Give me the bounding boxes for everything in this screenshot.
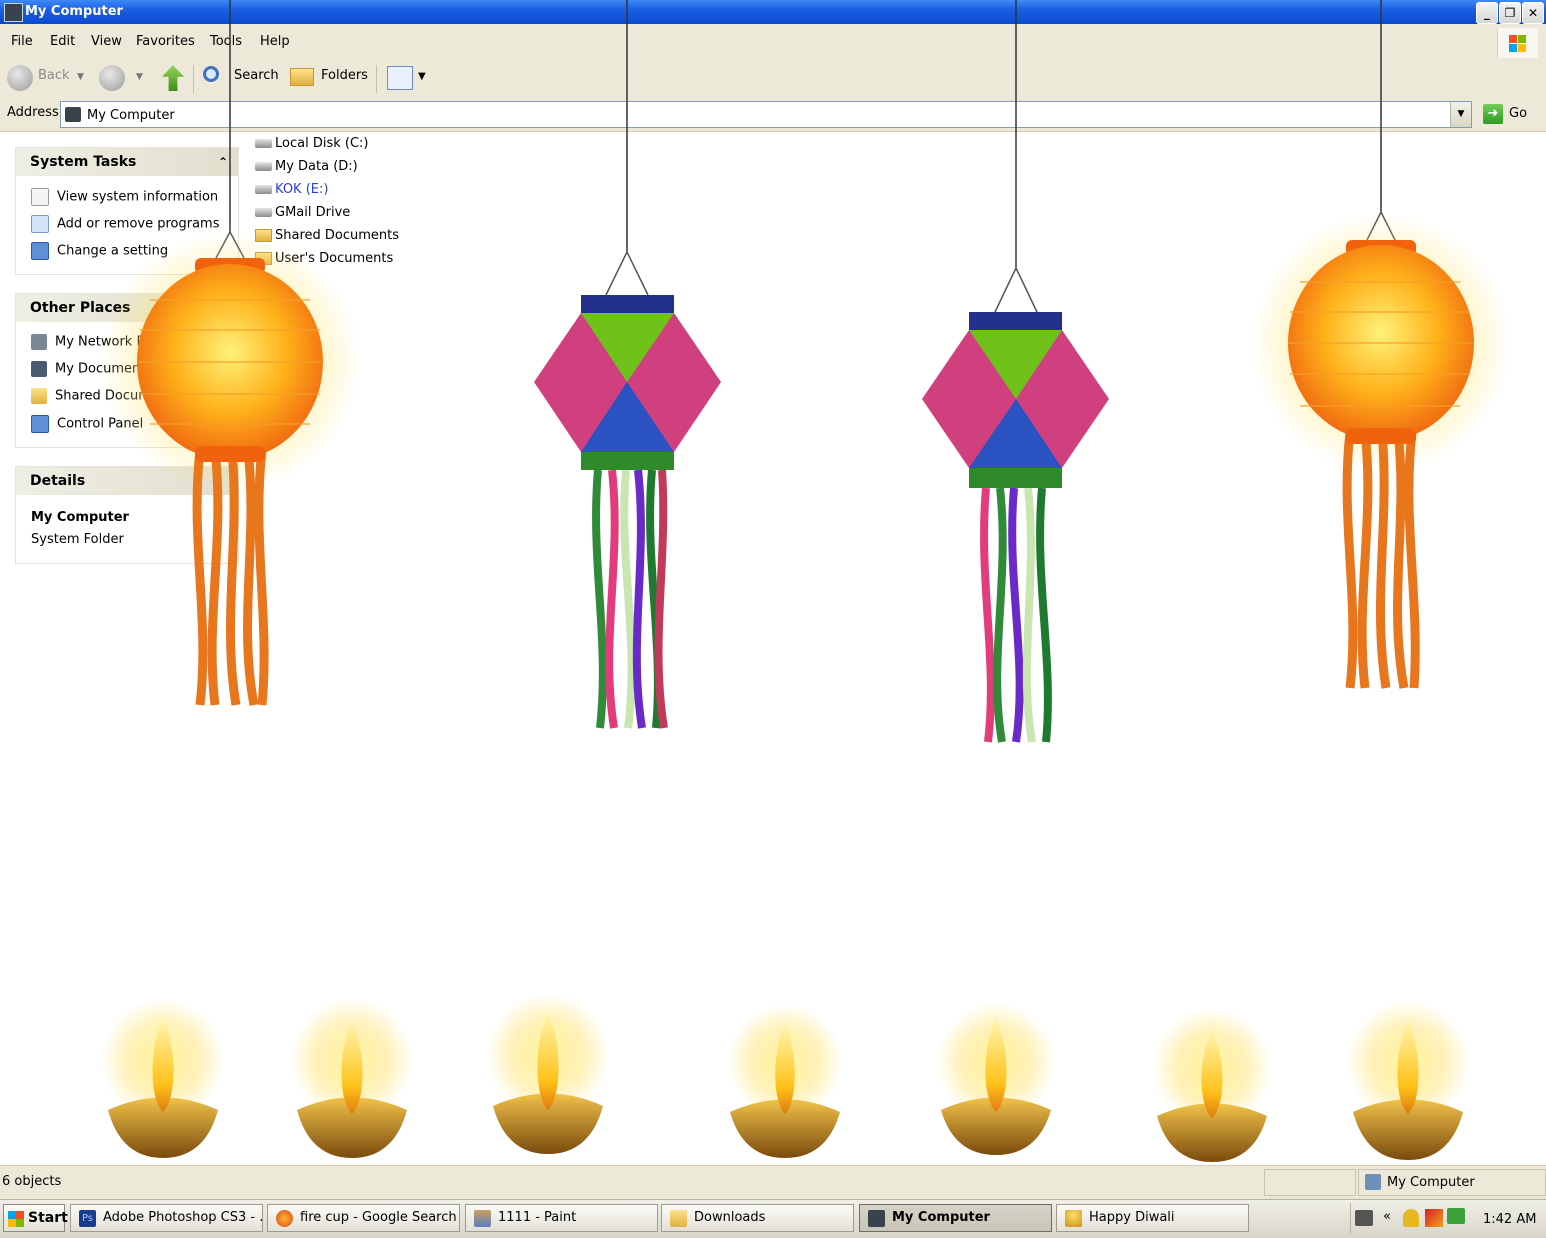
windows-logo-icon: [8, 1211, 24, 1227]
computer-icon: [1365, 1174, 1381, 1190]
task-label: My Computer: [892, 1210, 990, 1225]
taskbar-button-firefox[interactable]: fire cup - Google Search ...: [267, 1204, 460, 1232]
start-label: Start: [28, 1210, 68, 1226]
status-location: My Computer: [1387, 1175, 1475, 1190]
status-bar: 6 objects My Computer: [0, 1165, 1546, 1199]
taskbar-button-my-computer[interactable]: My Computer: [859, 1204, 1052, 1232]
taskbar: Start Ps Adobe Photoshop CS3 - ... fire …: [0, 1199, 1546, 1238]
status-location-cell: My Computer: [1358, 1169, 1546, 1196]
start-button[interactable]: Start: [3, 1204, 68, 1232]
taskbar-button-happy-diwali[interactable]: Happy Diwali: [1056, 1204, 1249, 1232]
kandil-lantern-icon: [534, 250, 721, 729]
folder-icon: [670, 1210, 687, 1227]
lantern-icon: [100, 230, 360, 706]
task-label: fire cup - Google Search ...: [300, 1210, 460, 1225]
taskbar-button-photoshop[interactable]: Ps Adobe Photoshop CS3 - ...: [70, 1204, 263, 1232]
network-icon[interactable]: [1447, 1208, 1465, 1224]
lantern-icon: [1251, 210, 1511, 689]
system-tray: « 1:42 AM: [1350, 1203, 1545, 1234]
paint-icon: [474, 1210, 491, 1227]
clock[interactable]: 1:42 AM: [1483, 1212, 1536, 1227]
status-object-count: 6 objects: [2, 1174, 62, 1189]
diya-icon: [936, 1002, 1056, 1155]
diya-icon: [1065, 1210, 1082, 1227]
diya-icon: [1152, 1008, 1272, 1162]
task-label: Downloads: [694, 1210, 766, 1225]
photoshop-icon: Ps: [79, 1210, 96, 1227]
taskbar-button-downloads[interactable]: Downloads: [661, 1204, 854, 1232]
computer-icon: [868, 1210, 885, 1227]
keyboard-icon[interactable]: [1355, 1210, 1373, 1226]
taskbar-button-paint[interactable]: 1111 - Paint: [465, 1204, 658, 1232]
diya-icon: [101, 998, 225, 1158]
diya-icon: [486, 993, 610, 1154]
firefox-icon: [276, 1210, 293, 1227]
show-hidden-icons-chevron-icon[interactable]: «: [1383, 1209, 1391, 1224]
status-cell: [1264, 1169, 1356, 1196]
diya-icon: [727, 1004, 843, 1158]
diya-icon: [1346, 1000, 1470, 1160]
diwali-decoration: [100, 0, 1511, 1162]
security-shield-icon[interactable]: [1403, 1209, 1419, 1227]
task-label: Adobe Photoshop CS3 - ...: [103, 1210, 263, 1225]
task-label: Happy Diwali: [1089, 1210, 1175, 1225]
task-label: 1111 - Paint: [498, 1210, 577, 1225]
antivirus-icon[interactable]: [1425, 1209, 1443, 1227]
kandil-lantern-icon: [922, 266, 1109, 743]
diya-icon: [290, 998, 414, 1158]
